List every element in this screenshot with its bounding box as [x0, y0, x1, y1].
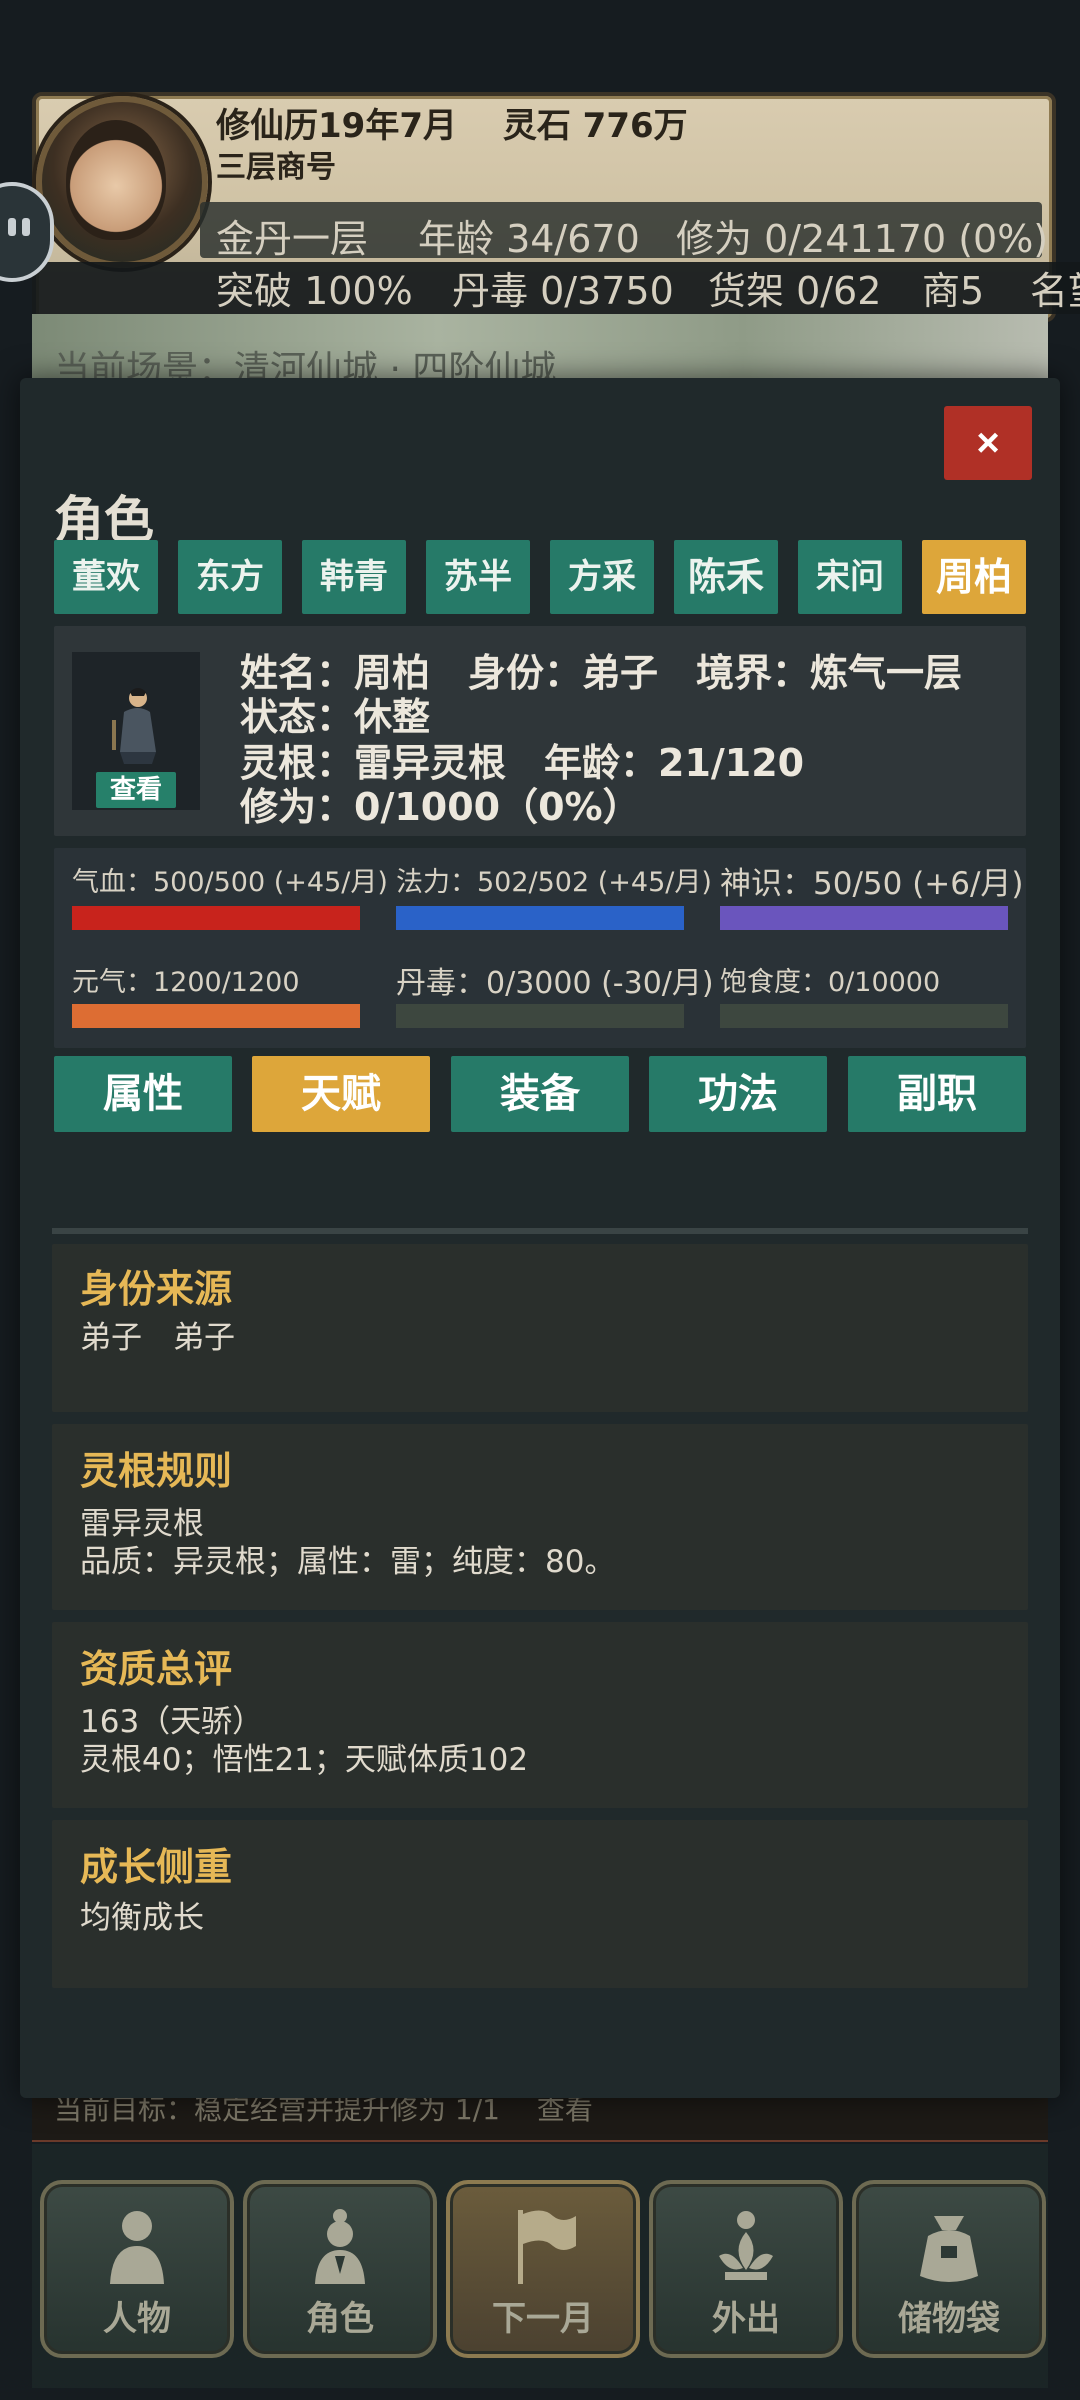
calendar-text: 修仙历19年7月: [216, 106, 457, 146]
mana-label: 法力：502/502 (+45/月): [396, 867, 712, 898]
flag-icon: [518, 2210, 576, 2284]
hp-bar: [72, 906, 360, 930]
section-divider: [52, 1228, 1028, 1234]
merchant-level-text: 商5: [922, 269, 985, 313]
section-title: 身份来源: [80, 1267, 233, 1311]
section-line: 品质：异灵根；属性：雷；纯度：80。: [80, 1544, 616, 1580]
aptitude-section: 资质总评 163（天骄） 灵根40；悟性21；天赋体质102: [52, 1622, 1028, 1808]
section-title: 灵根规则: [80, 1449, 233, 1493]
nav-next-month-button[interactable]: 下一月: [446, 2180, 640, 2358]
fame-text: 名望: [1030, 269, 1080, 313]
avatar-face: [66, 120, 166, 240]
mana-bar-fill: [396, 906, 684, 930]
section-line: 灵根40；悟性21；天赋体质102: [80, 1742, 529, 1778]
breakthrough-text: 突破 100%: [216, 269, 413, 313]
tab-character-5[interactable]: 方采: [550, 540, 654, 614]
spirit-stones-text: 灵石 776万: [502, 106, 688, 146]
spirit-root-section: 灵根规则 雷异灵根 品质：异灵根；属性：雷；纯度：80。: [52, 1424, 1028, 1610]
satiety-label: 饱食度：0/10000: [720, 967, 941, 998]
tab-character-8-selected[interactable]: 周柏: [922, 540, 1026, 614]
tab-techniques[interactable]: 功法: [649, 1056, 827, 1132]
section-title: 成长侧重: [80, 1845, 233, 1889]
spirit-sense-bar-fill: [720, 906, 1008, 930]
shop-name: 三层商号: [216, 150, 336, 185]
tab-character-7[interactable]: 宋问: [798, 540, 902, 614]
cultivation-text: 修为 0/241170 (0%): [676, 217, 1049, 261]
nav-label: 外出: [712, 2299, 780, 2339]
tab-talent-selected[interactable]: 天赋: [252, 1056, 430, 1132]
view-portrait-button[interactable]: 查看: [96, 772, 176, 808]
character-icon: [315, 2209, 365, 2284]
vital-energy-label: 元气：1200/1200: [72, 967, 300, 998]
section-line: 均衡成长: [80, 1900, 204, 1936]
character-figure-icon: [112, 688, 156, 764]
profile-line-cultivation: 修为：0/1000（0%）: [240, 785, 641, 829]
nav-label: 角色: [306, 2299, 374, 2339]
pill-toxin-text: 丹毒 0/3750: [452, 269, 674, 313]
growth-focus-section: 成长侧重 均衡成长: [52, 1820, 1028, 1988]
hud-calendar-line: 修仙历19年7月 灵石 776万: [216, 98, 688, 147]
tab-character-3[interactable]: 韩青: [302, 540, 406, 614]
spirit-sense-label: 神识：50/50 (+6/月): [720, 866, 1024, 902]
realm-text: 金丹一层: [216, 217, 369, 261]
age-text: 年龄 34/670: [418, 217, 640, 261]
section-line: 弟子 弟子: [80, 1320, 235, 1356]
spirit-sense-bar: [720, 906, 1008, 930]
tab-character-2[interactable]: 东方: [178, 540, 282, 614]
person-icon: [110, 2211, 164, 2284]
nav-person-button[interactable]: 人物: [40, 2180, 234, 2358]
tab-character-1[interactable]: 董欢: [54, 540, 158, 614]
detail-tabs: 属性 天赋 装备 功法 副职: [54, 1056, 1026, 1132]
hp-bar-fill: [72, 906, 360, 930]
tab-equipment[interactable]: 装备: [451, 1056, 629, 1132]
bag-icon: [920, 2216, 978, 2282]
vital-energy-bar: [72, 1004, 360, 1028]
section-title: 资质总评: [80, 1647, 233, 1691]
nav-outing-button[interactable]: 外出: [649, 2180, 843, 2358]
nav-character-button[interactable]: 角色: [243, 2180, 437, 2358]
nav-label: 储物袋: [898, 2299, 1000, 2339]
pill-toxin-bar: [396, 1004, 684, 1028]
identity-origin-section: 身份来源 弟子 弟子: [52, 1244, 1028, 1412]
tab-character-4[interactable]: 苏半: [426, 540, 530, 614]
mana-bar: [396, 906, 684, 930]
nav-storage-bag-button[interactable]: 储物袋: [852, 2180, 1046, 2358]
hp-label: 气血：500/500 (+45/月): [72, 867, 388, 898]
close-button[interactable]: ×: [944, 406, 1032, 480]
vital-energy-bar-fill: [72, 1004, 360, 1028]
nav-label: 人物: [103, 2299, 171, 2339]
shelf-text: 货架 0/62: [708, 269, 882, 313]
character-tabs: 董欢 东方 韩青 苏半 方采 陈禾 宋问 周柏: [54, 540, 1026, 614]
tab-character-6[interactable]: 陈禾: [674, 540, 778, 614]
satiety-bar: [720, 1004, 1008, 1028]
lotus-icon: [719, 2211, 773, 2280]
pill-toxin-label: 丹毒：0/3000 (-30/月): [396, 966, 714, 1001]
tab-attributes[interactable]: 属性: [54, 1056, 232, 1132]
tab-side-job[interactable]: 副职: [848, 1056, 1026, 1132]
nav-label: 下一月: [492, 2299, 594, 2339]
